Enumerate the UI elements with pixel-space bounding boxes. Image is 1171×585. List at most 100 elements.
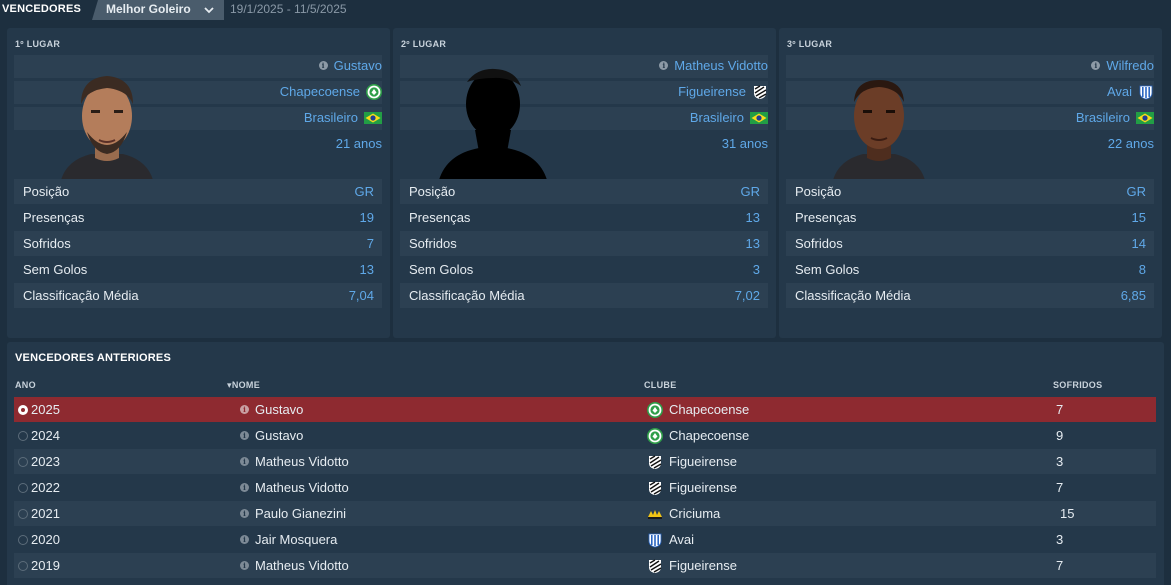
info-icon: i — [240, 535, 249, 544]
row-radio-icon[interactable] — [18, 405, 28, 415]
table-row[interactable]: 2023 i Matheus Vidotto Figueirense 3 — [14, 449, 1156, 474]
table-row[interactable]: 2024 i Gustavo Chapecoense 9 — [14, 423, 1156, 448]
name-cell[interactable]: i Matheus Vidotto — [240, 558, 349, 573]
brazil-flag-icon — [750, 112, 768, 124]
figueirense-crest-icon — [752, 84, 768, 100]
award-dropdown-label: Melhor Goleiro — [106, 2, 191, 16]
year-cell: 2019 — [31, 558, 60, 573]
player-name-link[interactable]: i Gustavo — [318, 54, 382, 77]
row-radio-icon[interactable] — [18, 535, 28, 545]
criciuma-crest-icon — [647, 506, 663, 522]
stat-label: Presenças — [23, 210, 85, 225]
row-radio-icon[interactable] — [18, 561, 28, 571]
nationality-link[interactable]: Brasileiro — [690, 106, 768, 129]
row-radio-icon[interactable] — [18, 457, 28, 467]
nationality: Brasileiro — [303, 110, 358, 125]
age: 22 anos — [1107, 136, 1154, 151]
info-icon: i — [240, 405, 249, 414]
nationality-link[interactable]: Brasileiro — [304, 106, 382, 129]
third-place-card: 3º LUGAR i Wilfredo Avai Brasileiro 22 a… — [779, 28, 1162, 338]
date-range: 19/1/2025 - 11/5/2025 — [230, 2, 347, 16]
conceded-cell: 7 — [1056, 558, 1064, 573]
player-name: Matheus Vidotto — [255, 480, 349, 495]
award-dropdown[interactable]: Melhor Goleiro — [92, 0, 224, 20]
stat-row: Sofridos 13 — [400, 231, 768, 256]
conceded-cell: 7 — [1056, 480, 1064, 495]
club-cell[interactable]: Avai — [647, 532, 694, 548]
player-name-link[interactable]: i Matheus Vidotto — [659, 54, 768, 77]
club-cell[interactable]: Criciuma — [647, 506, 720, 522]
place-label: 3º LUGAR — [787, 39, 833, 49]
column-header-club[interactable]: CLUBE — [644, 380, 677, 390]
club-name: Chapecoense — [669, 402, 750, 417]
name-cell[interactable]: i Matheus Vidotto — [240, 480, 349, 495]
club-name: Figueirense — [669, 454, 737, 469]
stat-label: Presenças — [409, 210, 471, 225]
club-cell[interactable]: Figueirense — [647, 558, 737, 574]
stat-label: Posição — [409, 184, 456, 199]
column-header-year[interactable]: ANO — [15, 380, 36, 390]
name-cell[interactable]: i Paulo Gianezini — [240, 506, 346, 521]
stat-row: Posição GR — [14, 179, 382, 204]
stat-row: Presenças 19 — [14, 205, 382, 230]
club-name: Figueirense — [678, 84, 746, 99]
club-cell[interactable]: Figueirense — [647, 480, 737, 496]
year-cell: 2024 — [31, 428, 60, 443]
player-portrait — [61, 76, 153, 180]
club-link[interactable]: Avai — [1107, 80, 1154, 103]
info-icon: i — [240, 483, 249, 492]
column-header-name-label: NOME — [231, 380, 261, 390]
age-row: 31 anos — [722, 132, 768, 155]
year-cell: 2022 — [31, 480, 60, 495]
player-name: Gustavo — [333, 58, 382, 73]
stat-label: Sofridos — [409, 236, 457, 251]
row-radio-icon[interactable] — [18, 431, 28, 441]
stat-row: Classificação Média 6,85 — [786, 283, 1154, 308]
previous-winners-panel: VENCEDORES ANTERIORES ANO ▾NOME CLUBE SO… — [7, 342, 1164, 585]
table-row[interactable]: 2022 i Matheus Vidotto Figueirense 7 — [14, 475, 1156, 500]
table-row[interactable]: 2020 i Jair Mosquera Avai 3 — [14, 527, 1156, 552]
name-cell[interactable]: i Gustavo — [240, 428, 303, 443]
column-header-conceded[interactable]: SOFRIDOS — [1053, 380, 1102, 390]
name-cell[interactable]: i Matheus Vidotto — [240, 454, 349, 469]
stat-label: Classificação Média — [23, 288, 139, 303]
stat-row: Classificação Média 7,02 — [400, 283, 768, 308]
table-row[interactable]: 2021 i Paulo Gianezini Criciuma 15 — [14, 501, 1156, 526]
table-row[interactable]: 2019 i Matheus Vidotto Figueirense 7 — [14, 553, 1156, 578]
club-cell[interactable]: Figueirense — [647, 454, 737, 470]
age: 31 anos — [721, 136, 768, 151]
conceded-cell: 3 — [1056, 454, 1064, 469]
info-icon: i — [240, 431, 249, 440]
conceded-cell: 15 — [1060, 506, 1075, 521]
name-cell[interactable]: i Jair Mosquera — [240, 532, 337, 547]
row-radio-icon[interactable] — [18, 483, 28, 493]
info-icon: i — [1091, 61, 1101, 70]
previous-winners-title: VENCEDORES ANTERIORES — [15, 352, 171, 364]
stat-value: GR — [1126, 184, 1147, 199]
year-cell: 2023 — [31, 454, 60, 469]
player-silhouette — [433, 60, 553, 180]
stat-label: Sofridos — [795, 236, 843, 251]
table-row[interactable]: 2025 i Gustavo Chapecoense 7 — [14, 397, 1156, 422]
info-icon: i — [659, 61, 669, 70]
player-name-link[interactable]: i Wilfredo — [1091, 54, 1154, 77]
stat-value: 13 — [359, 262, 374, 277]
row-radio-icon[interactable] — [18, 509, 28, 519]
stat-value: 13 — [745, 236, 760, 251]
stat-value: 3 — [752, 262, 760, 277]
place-label: 2º LUGAR — [401, 39, 447, 49]
club-link[interactable]: Chapecoense — [280, 80, 382, 103]
stat-value: 6,85 — [1120, 288, 1146, 303]
column-header-name[interactable]: ▾NOME — [227, 380, 260, 391]
avai-crest-icon — [1138, 84, 1154, 100]
year-cell: 2025 — [31, 402, 60, 417]
club-cell[interactable]: Chapecoense — [647, 428, 749, 444]
club-cell[interactable]: Chapecoense — [647, 402, 749, 418]
name-cell[interactable]: i Gustavo — [240, 402, 303, 417]
club-link[interactable]: Figueirense — [678, 80, 768, 103]
player-name: Gustavo — [255, 402, 304, 417]
club-name: Figueirense — [669, 480, 737, 495]
nationality-link[interactable]: Brasileiro — [1076, 106, 1154, 129]
stat-label: Sem Golos — [795, 262, 860, 277]
stat-label: Sofridos — [23, 236, 71, 251]
